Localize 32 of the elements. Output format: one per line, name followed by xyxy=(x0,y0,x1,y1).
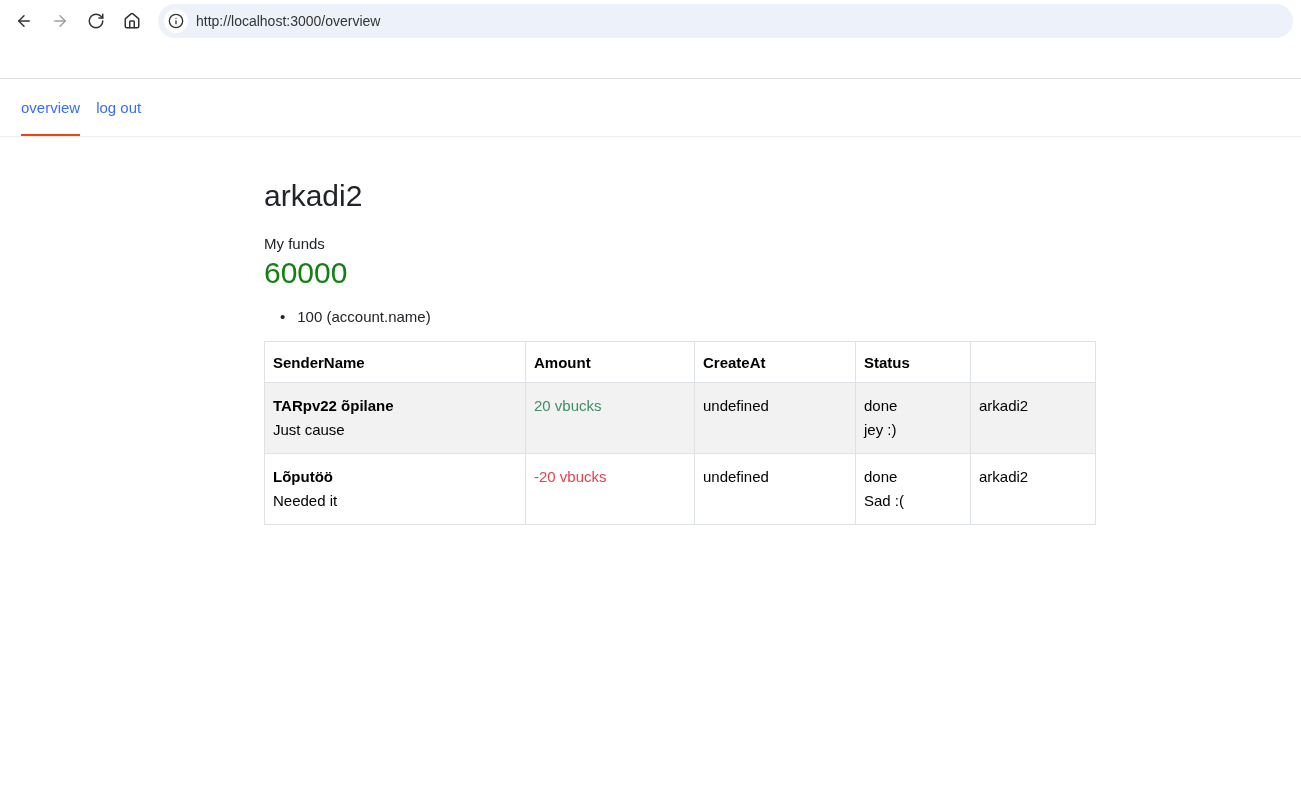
sender-note: Needed it xyxy=(273,491,339,511)
back-icon xyxy=(15,12,33,30)
table-cell: undefined xyxy=(694,382,856,454)
home-icon xyxy=(123,12,141,30)
column-header: CreateAt xyxy=(694,341,856,383)
nav-tab[interactable]: overview xyxy=(21,79,81,136)
amount-text: 20 vbucks xyxy=(534,396,603,416)
sender-name: Lõputöö xyxy=(273,467,334,487)
status-text: done xyxy=(864,467,899,487)
table-cell: arkadi2 xyxy=(970,382,1096,454)
account-item: 100 (account.name) xyxy=(297,308,431,325)
status-note: Sad :( xyxy=(864,491,906,511)
reload-icon xyxy=(87,12,105,30)
column-header: SenderName xyxy=(264,341,526,383)
funds-label: My funds xyxy=(264,235,326,252)
address-bar[interactable]: http://localhost:3000/overview xyxy=(158,4,1293,38)
bullet-marker: • xyxy=(280,308,286,325)
forward-icon xyxy=(51,12,69,30)
user-name: arkadi2 xyxy=(264,179,364,213)
url-text: http://localhost:3000/overview xyxy=(196,13,381,29)
column-header: Status xyxy=(855,341,971,383)
status-note: jey :) xyxy=(864,420,898,440)
amount-text: -20 vbucks xyxy=(534,467,608,487)
column-header: Amount xyxy=(525,341,695,383)
table-cell: undefined xyxy=(694,453,856,525)
status-text: done xyxy=(864,396,899,416)
nav-tab[interactable]: log out xyxy=(96,79,142,136)
info-icon[interactable] xyxy=(164,9,188,33)
sender-name: TARpv22 õpilane xyxy=(273,396,395,416)
table-cell: arkadi2 xyxy=(970,453,1096,525)
sender-note: Just cause xyxy=(273,420,346,440)
funds-amount: 60000 xyxy=(264,256,349,290)
